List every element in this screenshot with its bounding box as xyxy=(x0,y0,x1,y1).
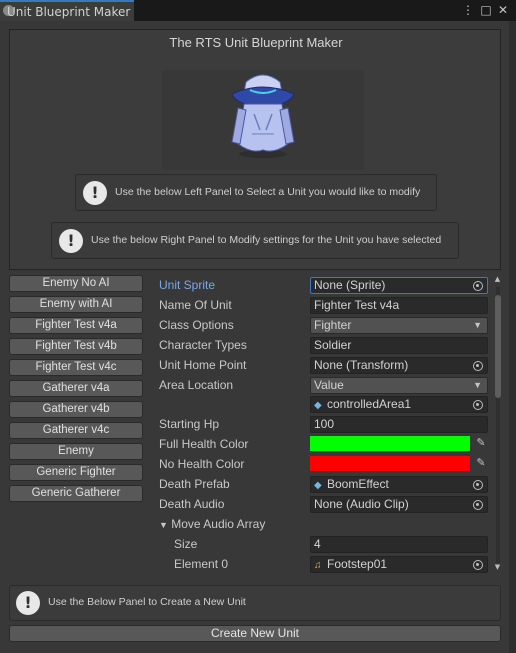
death-prefab-field[interactable]: ◆ BoomEffect xyxy=(310,476,488,493)
starting-hp-input[interactable]: 100 xyxy=(310,416,488,433)
unit-button-generic-gatherer[interactable]: Generic Gatherer xyxy=(9,485,143,502)
class-options-label: Class Options xyxy=(159,318,234,332)
object-picker-icon[interactable] xyxy=(473,281,483,291)
full-health-color-swatch[interactable] xyxy=(310,436,470,451)
object-picker-icon[interactable] xyxy=(473,480,483,490)
unit-sprite-field[interactable]: None (Sprite) xyxy=(310,277,488,294)
unit-home-point-label: Unit Home Point xyxy=(159,358,247,372)
death-audio-field[interactable]: None (Audio Clip) xyxy=(310,496,488,513)
name-of-unit-label: Name Of Unit xyxy=(159,298,232,312)
help-box-create-unit: ! Use the Below Panel to Create a New Un… xyxy=(9,585,501,621)
character-types-input[interactable]: Soldier xyxy=(310,337,488,354)
chevron-down-icon: ▼ xyxy=(473,320,482,330)
unit-button-fighter-test-v4b[interactable]: Fighter Test v4b xyxy=(9,338,143,355)
scroll-up-icon[interactable]: ▲ xyxy=(493,275,502,283)
area-location-value: Value xyxy=(314,378,344,392)
object-picker-icon[interactable] xyxy=(473,560,483,570)
audio-clip-icon: ♫ xyxy=(314,560,322,571)
no-health-color-label: No Health Color xyxy=(159,457,245,471)
unit-button-enemy-with-ai[interactable]: Enemy with AI xyxy=(9,296,143,313)
unit-button-gatherer-v4b[interactable]: Gatherer v4b xyxy=(9,401,143,418)
character-types-label: Character Types xyxy=(159,338,247,352)
maximize-icon[interactable]: □ xyxy=(479,2,493,18)
move-audio-array-foldout[interactable]: ▼ Move Audio Array xyxy=(159,517,265,531)
unit-button-generic-fighter[interactable]: Generic Fighter xyxy=(9,464,143,481)
header-panel: The RTS Unit Blueprint Maker ! Use the b… xyxy=(9,29,501,270)
help-text-create-unit: Use the Below Panel to Create a New Unit xyxy=(48,596,246,608)
help-text-right-panel: Use the below Right Panel to Modify sett… xyxy=(91,234,442,246)
eyedropper-icon[interactable]: ✎ xyxy=(474,436,488,450)
page-title: The RTS Unit Blueprint Maker xyxy=(169,35,343,50)
help-box-left-panel: ! Use the below Left Panel to Select a U… xyxy=(75,174,437,211)
name-of-unit-input[interactable]: Fighter Test v4a xyxy=(310,297,488,314)
unit-home-point-value: None (Transform) xyxy=(314,358,409,372)
area-location-object-value: controlledArea1 xyxy=(327,397,412,411)
close-icon[interactable]: ✕ xyxy=(496,2,510,18)
chevron-down-icon: ▼ xyxy=(473,380,482,390)
object-picker-icon[interactable] xyxy=(473,500,483,510)
array-size-label: Size xyxy=(174,537,198,551)
scrollbar-thumb[interactable] xyxy=(495,295,501,398)
starting-hp-label: Starting Hp xyxy=(159,417,220,431)
class-options-value: Fighter xyxy=(314,318,352,332)
unit-sprite-value: None (Sprite) xyxy=(314,278,386,292)
area-location-label: Area Location xyxy=(159,378,234,392)
unit-sprite-label: Unit Sprite xyxy=(159,278,216,292)
move-audio-array-label: Move Audio Array xyxy=(171,517,266,531)
warning-icon: ! xyxy=(16,591,40,615)
class-options-dropdown[interactable]: Fighter ▼ xyxy=(310,317,488,334)
unit-button-enemy[interactable]: Enemy xyxy=(9,443,143,460)
unit-button-fighter-test-v4c[interactable]: Fighter Test v4c xyxy=(9,359,143,376)
robot-sprite-icon xyxy=(231,74,295,158)
death-prefab-value: BoomEffect xyxy=(327,477,389,491)
unit-button-fighter-test-v4a[interactable]: Fighter Test v4a xyxy=(9,317,143,334)
scroll-down-icon[interactable]: ▼ xyxy=(493,563,502,571)
element-0-label: Element 0 xyxy=(174,557,229,571)
area-location-object-field[interactable]: ◆ controlledArea1 xyxy=(310,396,488,413)
help-box-right-panel: ! Use the below Right Panel to Modify se… xyxy=(51,222,459,259)
element-0-value: Footstep01 xyxy=(327,557,388,571)
prefab-icon: ◆ xyxy=(314,400,322,411)
array-size-input[interactable]: 4 xyxy=(310,536,488,553)
area-location-dropdown[interactable]: Value ▼ xyxy=(310,377,488,394)
unit-inspector-panel: Unit Sprite None (Sprite) Name Of Unit F… xyxy=(152,272,508,578)
eyedropper-icon[interactable]: ✎ xyxy=(474,456,488,470)
warning-icon: ! xyxy=(59,229,83,253)
inspector-scrollbar[interactable]: ▲ ▼ xyxy=(493,275,502,573)
element-0-field[interactable]: ♫ Footstep01 xyxy=(310,556,488,573)
unit-home-point-field[interactable]: None (Transform) xyxy=(310,357,488,374)
unit-list-panel: Enemy No AI Enemy with AI Fighter Test v… xyxy=(7,272,149,578)
prefab-icon: ◆ xyxy=(314,480,322,491)
tab-unit-blueprint-maker[interactable]: Unit Blueprint Maker xyxy=(0,0,134,21)
full-health-color-label: Full Health Color xyxy=(159,437,249,451)
tab-bar: Unit Blueprint Maker ⋮ □ ✕ xyxy=(0,0,516,21)
object-picker-icon[interactable] xyxy=(473,361,483,371)
help-box-inner: ! Use the Below Panel to Create a New Un… xyxy=(9,585,501,621)
unit-button-gatherer-v4a[interactable]: Gatherer v4a xyxy=(9,380,143,397)
object-picker-icon[interactable] xyxy=(473,400,483,410)
create-new-unit-button[interactable]: Create New Unit xyxy=(9,625,501,642)
help-text-left-panel: Use the below Left Panel to Select a Uni… xyxy=(115,186,421,198)
death-audio-label: Death Audio xyxy=(159,497,225,511)
foldout-arrow-icon[interactable]: ▼ xyxy=(159,520,168,530)
warning-icon: ! xyxy=(83,181,107,205)
window-edge xyxy=(509,21,516,653)
death-audio-value: None (Audio Clip) xyxy=(314,497,409,511)
unit-button-gatherer-v4c[interactable]: Gatherer v4c xyxy=(9,422,143,439)
tab-title: Unit Blueprint Maker xyxy=(7,5,131,19)
unit-preview-image xyxy=(162,70,364,170)
menu-icon[interactable]: ⋮ xyxy=(461,2,475,18)
no-health-color-swatch[interactable] xyxy=(310,456,470,471)
death-prefab-label: Death Prefab xyxy=(159,477,230,491)
unit-button-enemy-no-ai[interactable]: Enemy No AI xyxy=(9,275,143,292)
